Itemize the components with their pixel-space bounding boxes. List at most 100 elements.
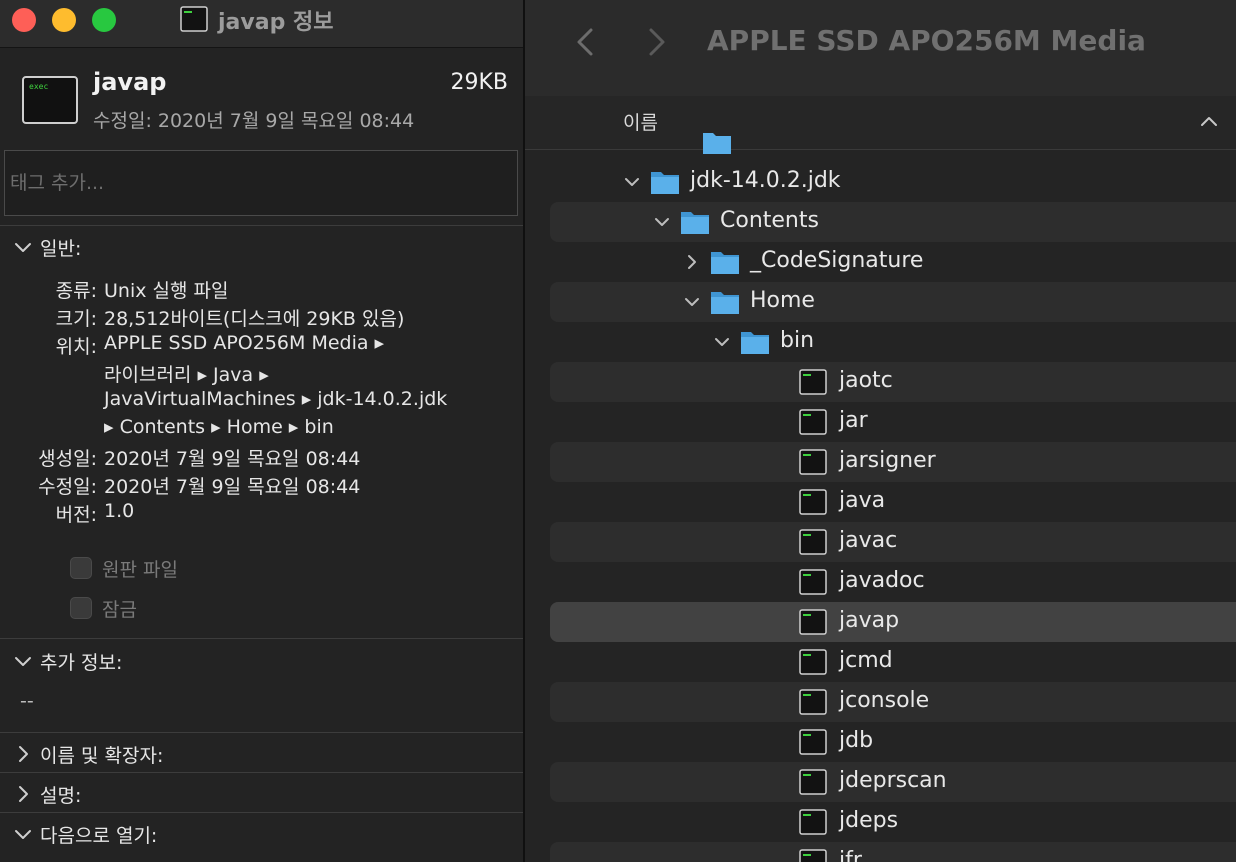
section-more-info-header[interactable]: 추가 정보:	[0, 646, 523, 678]
folder-icon	[651, 172, 679, 194]
section-comments-header[interactable]: 설명:	[0, 779, 523, 811]
list-item[interactable]	[550, 122, 1236, 162]
kind-label: 종류:	[55, 280, 97, 302]
locked-checkbox[interactable]	[70, 597, 92, 619]
file-row-jarsigner[interactable]: jarsigner	[550, 442, 1236, 482]
file-row-jcmd[interactable]: jcmd	[550, 642, 1236, 682]
exec-file-icon	[799, 689, 827, 715]
file-row-jconsole[interactable]: jconsole	[550, 682, 1236, 722]
file-row-home[interactable]: Home	[550, 282, 1236, 322]
file-row-java[interactable]: java	[550, 482, 1236, 522]
file-row-javadoc[interactable]: javadoc	[550, 562, 1236, 602]
where-value-line: 라이브러리 ▸ Java ▸	[104, 364, 269, 386]
file-name: javap	[93, 68, 167, 96]
folder-icon	[681, 212, 709, 234]
file-row-label: jconsole	[839, 688, 930, 713]
back-button[interactable]	[571, 22, 601, 62]
exec-file-icon	[799, 769, 827, 795]
forward-button[interactable]	[641, 22, 671, 62]
file-row--codesignature[interactable]: _CodeSignature	[550, 242, 1236, 282]
file-row-label: jdk-14.0.2.jdk	[690, 168, 841, 193]
file-row-javac[interactable]: javac	[550, 522, 1236, 562]
exec-file-icon	[799, 409, 827, 435]
file-row-label: jdb	[839, 728, 874, 753]
file-row-label: jfr	[839, 848, 862, 862]
section-open-with-header[interactable]: 다음으로 열기:	[0, 819, 523, 851]
exec-file-icon	[799, 849, 827, 862]
divider	[0, 812, 523, 813]
chevron-left-icon	[577, 28, 593, 56]
file-row-jdeps[interactable]: jdeps	[550, 802, 1236, 842]
minimize-window-button[interactable]	[52, 8, 76, 32]
modified-value: 2020년 7월 9일 목요일 08:44	[104, 476, 361, 498]
exec-file-icon	[799, 529, 827, 555]
title-bar: javap 정보	[0, 0, 523, 48]
where-value-line: APPLE SSD APO256M Media ▸	[104, 332, 385, 354]
file-row-label: javap	[839, 608, 900, 633]
disclosure-down-icon[interactable]	[712, 330, 732, 354]
where-value-line: ▸ Contents ▸ Home ▸ bin	[104, 416, 334, 438]
exec-file-icon	[799, 729, 827, 755]
file-row-label: jarsigner	[839, 448, 936, 473]
exec-file-icon	[799, 569, 827, 595]
disclosure-down-icon[interactable]	[622, 170, 642, 194]
close-window-button[interactable]	[12, 8, 36, 32]
chevron-down-icon	[15, 657, 31, 666]
file-row-jar[interactable]: jar	[550, 402, 1236, 442]
exec-file-icon	[799, 609, 827, 635]
file-row-contents[interactable]: Contents	[550, 202, 1236, 242]
stationery-label: 원판 파일	[102, 559, 178, 581]
file-row-label: bin	[780, 328, 815, 353]
disclosure-right-icon[interactable]	[682, 250, 702, 274]
divider	[0, 732, 523, 733]
file-row-jdb[interactable]: jdb	[550, 722, 1236, 762]
file-row-label: _CodeSignature	[750, 248, 924, 273]
divider	[0, 638, 523, 639]
divider	[0, 772, 523, 773]
file-row-label: jdeps	[839, 808, 899, 833]
get-info-window: javap 정보 exec javap 29KB 수정일: 2020년 7월 9…	[0, 0, 525, 862]
file-row-label: javac	[839, 528, 898, 553]
file-modified-date: 수정일: 2020년 7월 9일 목요일 08:44	[93, 110, 415, 132]
exec-file-icon	[799, 649, 827, 675]
file-row-label: jcmd	[839, 648, 893, 673]
file-row-bin[interactable]: bin	[550, 322, 1236, 362]
exec-file-icon	[799, 449, 827, 475]
section-name-extension-header[interactable]: 이름 및 확장자:	[0, 739, 523, 771]
file-row-label: javadoc	[839, 568, 925, 593]
file-row-javap[interactable]: javap	[550, 602, 1236, 642]
file-row-jaotc[interactable]: jaotc	[550, 362, 1236, 402]
version-value: 1.0	[104, 500, 135, 522]
exec-file-icon	[180, 6, 208, 32]
finder-toolbar: APPLE SSD APO256M Media	[525, 0, 1236, 96]
file-row-jdk-14-0-2-jdk[interactable]: jdk-14.0.2.jdk	[550, 162, 1236, 202]
tags-input[interactable]	[4, 150, 518, 216]
exec-file-icon	[799, 809, 827, 835]
stationery-checkbox[interactable]	[70, 557, 92, 579]
zoom-window-button[interactable]	[92, 8, 116, 32]
folder-icon	[741, 332, 769, 354]
created-label: 생성일:	[38, 448, 97, 470]
file-row-label: jar	[839, 408, 868, 433]
folder-icon	[703, 133, 731, 154]
file-row-jfr[interactable]: jfr	[550, 842, 1236, 862]
file-row-jdeprscan[interactable]: jdeprscan	[550, 762, 1236, 802]
version-label: 버전:	[55, 504, 97, 526]
window-title: javap 정보	[218, 10, 334, 35]
disclosure-down-icon[interactable]	[652, 210, 672, 234]
file-row-label: Home	[750, 288, 815, 313]
file-row-label: jdeprscan	[839, 768, 947, 793]
file-size: 29KB	[450, 70, 508, 95]
section-general-header[interactable]: 일반:	[0, 232, 523, 264]
finder-window: APPLE SSD APO256M Media 이름 jdk-14.0.2.jd…	[525, 0, 1236, 862]
locked-label: 잠금	[102, 599, 137, 621]
file-row-label: jaotc	[839, 368, 893, 393]
exec-badge-text: exec	[29, 82, 48, 91]
chevron-right-icon	[19, 786, 28, 802]
section-open-with-title: 다음으로 열기:	[40, 825, 158, 847]
exec-file-icon	[799, 369, 827, 395]
finder-window-title: APPLE SSD APO256M Media	[707, 24, 1146, 57]
folder-icon	[711, 252, 739, 274]
section-more-info-title: 추가 정보:	[40, 652, 123, 674]
disclosure-down-icon[interactable]	[682, 290, 702, 314]
